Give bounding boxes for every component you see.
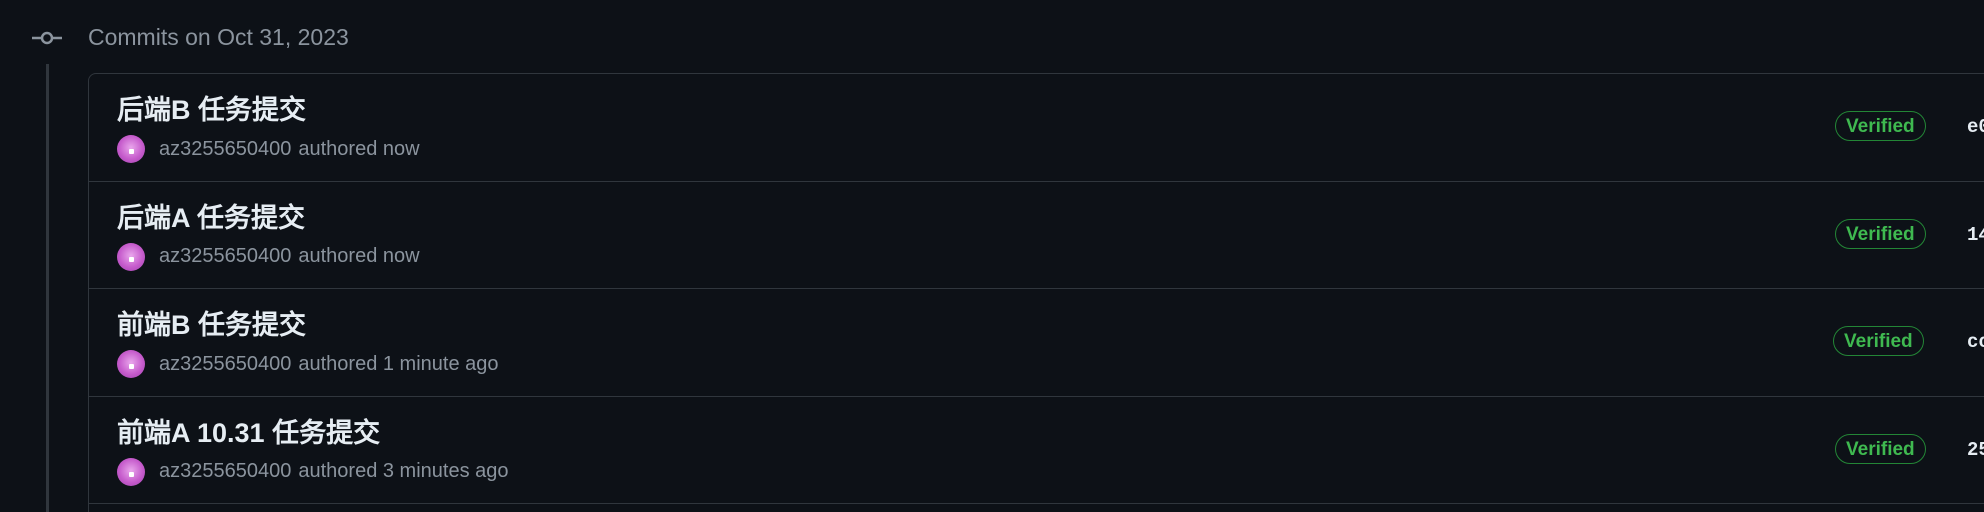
author-link[interactable]: az3255650400 [159,138,291,161]
authored-time: authored 3 minutes ago [298,460,509,482]
verified-badge[interactable]: Verified [1835,433,1926,464]
verified-badge[interactable]: Verified [1833,326,1924,356]
commit-sha-link[interactable]: 25 [1967,435,1984,465]
commit-row: 后端B 任务提交 az3255650400 authored now Verif… [89,74,1984,182]
author-avatar[interactable] [117,242,145,271]
commit-list: 后端B 任务提交 az3255650400 authored now Verif… [88,73,1984,512]
commit-meta: az3255650400 authored now [117,242,420,272]
timeline-line [46,64,49,512]
author-link[interactable]: az3255650400 [159,245,291,268]
commit-sha-link[interactable]: e0 [1967,112,1984,142]
commit-title-link[interactable]: 后端A 任务提交 [117,200,305,236]
author-avatar[interactable] [117,135,145,163]
authored-time: authored 1 minute ago [298,352,499,375]
commit-group-header: Commits on Oct 31, 2023 [88,24,349,50]
authored-time: authored now [298,137,420,160]
commit-row: 前端A 10.31 任务提交 az3255650400 authored 3 m… [89,397,1984,504]
commit-row: 后端A 任务提交 az3255650400 authored now Verif… [89,182,1984,289]
commit-sha-link[interactable]: cc [1967,327,1984,357]
commit-sha-link[interactable]: 14 [1967,220,1984,250]
commit-meta: az3255650400 authored 1 minute ago [117,349,499,379]
commit-row: 前端B 任务提交 az3255650400 authored 1 minute … [89,289,1984,397]
verified-badge[interactable]: Verified [1835,218,1926,249]
verified-badge[interactable]: Verified [1835,111,1926,141]
commit-history-page: Commits on Oct 31, 2023 后端B 任务提交 az32556… [0,0,1984,512]
commit-meta: az3255650400 authored now [117,134,420,164]
author-link[interactable]: az3255650400 [159,460,291,483]
author-avatar[interactable] [117,457,145,486]
authored-time: authored now [298,245,420,267]
git-commit-icon [32,31,62,45]
author-link[interactable]: az3255650400 [159,353,291,376]
commit-meta: az3255650400 authored 3 minutes ago [117,457,509,487]
author-avatar[interactable] [117,350,145,378]
commit-title-link[interactable]: 前端B 任务提交 [117,307,306,343]
commit-title-link[interactable]: 后端B 任务提交 [117,92,306,128]
commit-title-link[interactable]: 前端A 10.31 任务提交 [117,415,380,451]
